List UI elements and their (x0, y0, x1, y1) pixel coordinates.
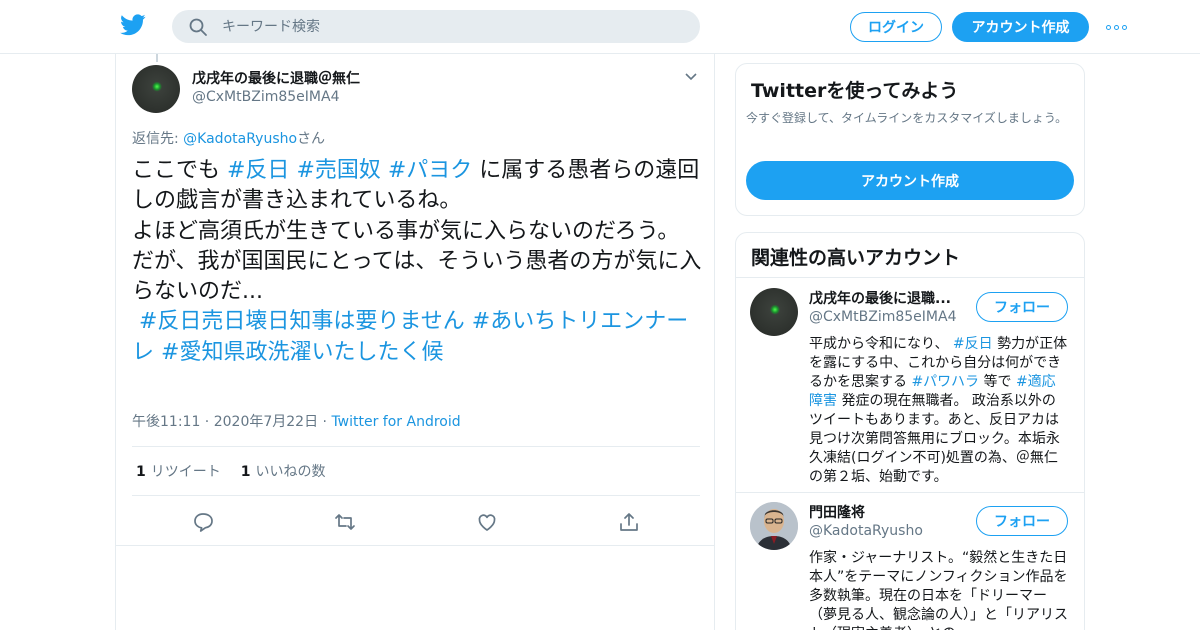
hashtag-link[interactable]: #パヨク (388, 158, 472, 183)
divider (132, 446, 700, 447)
reply-to-line: 返信先: @KadotaRyushoさん (132, 128, 325, 148)
search-box[interactable] (172, 10, 700, 43)
login-button[interactable]: ログイン (850, 12, 942, 42)
like-stat[interactable]: 1 いいねの数 (241, 461, 326, 481)
follow-button[interactable]: フォロー (976, 292, 1068, 322)
hashtag-link[interactable]: #愛知県政洗濯いたしたく候 (161, 340, 443, 365)
divider (116, 545, 714, 546)
reply-handle-link[interactable]: @KadotaRyusho (183, 131, 297, 147)
tweet-text-segment: だが、我が国国民にとっては、そういう愚者の方が気に入らないのだ... (132, 248, 702, 305)
chevron-down-icon[interactable] (684, 72, 698, 82)
tweet-text-segment: よほど高須氏が生きている事が気に入らないのだろう。 (132, 218, 680, 244)
account-handle[interactable]: @KadotaRyusho (809, 523, 923, 539)
tweet-stats: 1 リツイート 1 いいねの数 (136, 461, 326, 481)
tweet-text-segment: ここでも (132, 158, 227, 183)
hashtag-link[interactable]: #パワハラ (911, 374, 979, 390)
tweet-date[interactable]: 2020年7月22日 (214, 414, 318, 430)
signup-card-subtitle: 今すぐ登録して、タイムラインをカスタマイズしましょう。 (746, 111, 1068, 125)
search-icon (189, 18, 207, 36)
divider (132, 495, 700, 496)
divider (736, 277, 1084, 278)
author-avatar[interactable] (132, 65, 180, 113)
follow-button[interactable]: フォロー (976, 506, 1068, 536)
more-dots-icon[interactable] (1106, 18, 1130, 36)
related-accounts-title: 関連性の高いアカウント (751, 247, 961, 269)
author-handle[interactable]: @CxMtBZim85eIMA4 (192, 89, 339, 105)
tweet-source-link[interactable]: Twitter for Android (331, 414, 460, 430)
divider (735, 492, 1085, 493)
retweet-count: 1 (136, 464, 146, 480)
account-bio: 作家・ジャーナリスト。“毅然と生きた日本人”をテーマにノンフィクション作品を多数… (809, 550, 1068, 630)
meta-separator: · (318, 414, 332, 430)
signup-card-title: Twitterを使ってみよう (751, 80, 959, 102)
tweet-detail: 戊戌年の最後に退職＠無仁 @CxMtBZim85eIMA4 返信先: @Kado… (115, 54, 715, 630)
account-handle[interactable]: @CxMtBZim85eIMA4 (809, 309, 956, 325)
account-name[interactable]: 門田隆将 (809, 502, 969, 522)
tweet-metadata: 午後11:11 · 2020年7月22日 · Twitter for Andro… (132, 411, 461, 431)
retweet-label: リツイート (150, 464, 221, 480)
search-input[interactable] (222, 10, 682, 43)
tweet-actions (192, 511, 652, 533)
like-count: 1 (240, 464, 251, 480)
bio-text: 等で (979, 374, 1016, 390)
tweet-time[interactable]: 午後11:11 (132, 414, 200, 430)
reply-icon[interactable] (192, 511, 214, 533)
reply-prefix: 返信先: (132, 131, 184, 147)
hashtag-link[interactable]: #反日売日壊日知事は要りません (139, 309, 465, 334)
tweet-body: ここでも #反日 #売国奴 #パヨク に属する愚者らの遠回しの戯言が書き込まれて… (132, 156, 704, 368)
top-navigation-bar: ログイン アカウント作成 (0, 0, 1200, 54)
related-account-item: 門田隆将 @KadotaRyusho フォロー 作家・ジャーナリスト。“毅然と生… (735, 502, 1083, 630)
hashtag-link[interactable]: #反日 (953, 336, 993, 352)
twitter-bird-icon[interactable] (120, 14, 146, 36)
signup-button[interactable]: アカウント作成 (952, 12, 1089, 42)
retweet-icon[interactable] (334, 511, 356, 533)
hashtag-link[interactable]: #反日 (227, 158, 289, 183)
hashtag-link[interactable]: #売国奴 (296, 158, 380, 183)
retweet-stat[interactable]: 1 リツイート (136, 461, 221, 481)
signup-card-button[interactable]: アカウント作成 (746, 161, 1074, 200)
meta-separator: · (200, 414, 214, 430)
account-bio: 平成から令和になり、 #反日 勢力が正体を露にする中、これから自分は何ができるか… (809, 335, 1069, 487)
share-icon[interactable] (618, 511, 640, 533)
reply-suffix: さん (297, 131, 326, 147)
signup-promo-card: Twitterを使ってみよう 今すぐ登録して、タイムラインをカスタマイズしましょ… (735, 63, 1085, 216)
account-avatar[interactable] (750, 502, 798, 550)
account-name[interactable]: 戊戌年の最後に退職... (809, 288, 969, 308)
account-avatar[interactable] (750, 288, 798, 336)
related-account-item: 戊戌年の最後に退職... @CxMtBZim85eIMA4 フォロー 平成から令… (735, 288, 1083, 488)
heart-icon[interactable] (476, 511, 498, 533)
thread-connector-line (156, 54, 158, 62)
bio-text: 発症の現在無職者。 政治系以外のツイートもあります。あと、反日アカは見つけ次第問… (809, 393, 1060, 485)
bio-text: 平成から令和になり、 (809, 336, 953, 352)
person-photo-icon (750, 502, 798, 550)
like-label: いいねの数 (255, 464, 326, 480)
author-name[interactable]: 戊戌年の最後に退職＠無仁 (192, 68, 360, 88)
